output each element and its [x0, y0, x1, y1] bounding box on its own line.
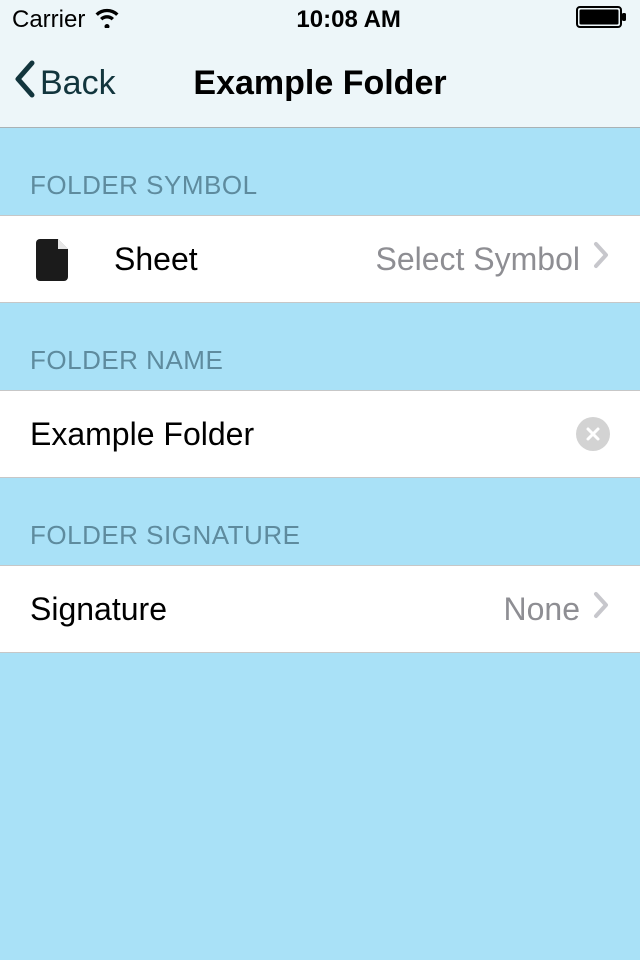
carrier-label: Carrier [12, 6, 85, 34]
back-label: Back [40, 64, 116, 103]
status-bar: Carrier 10:08 AM [0, 0, 640, 40]
content: FOLDER SYMBOL Sheet Select Symbol FOLDER… [0, 128, 640, 960]
chevron-right-icon [592, 590, 610, 628]
chevron-right-icon [592, 240, 610, 278]
status-time: 10:08 AM [296, 6, 400, 34]
chevron-left-icon [12, 59, 36, 108]
wifi-icon [93, 6, 121, 35]
back-button[interactable]: Back [12, 59, 116, 108]
status-right [576, 6, 628, 35]
symbol-row[interactable]: Sheet Select Symbol [0, 215, 640, 303]
clear-button[interactable] [576, 417, 610, 451]
battery-icon [576, 6, 628, 35]
section-header-signature: FOLDER SIGNATURE [0, 478, 640, 565]
nav-bar: Back Example Folder [0, 40, 640, 128]
symbol-action-label: Select Symbol [375, 241, 580, 278]
signature-value: None [504, 591, 581, 628]
sheet-icon [30, 235, 78, 283]
close-icon [585, 426, 601, 442]
symbol-name-label: Sheet [114, 241, 198, 278]
signature-row[interactable]: Signature None [0, 565, 640, 653]
section-header-symbol: FOLDER SYMBOL [0, 128, 640, 215]
section-header-name: FOLDER NAME [0, 303, 640, 390]
folder-name-input[interactable] [30, 416, 576, 453]
signature-label: Signature [30, 591, 167, 628]
folder-name-row [0, 390, 640, 478]
status-left: Carrier [12, 6, 121, 35]
